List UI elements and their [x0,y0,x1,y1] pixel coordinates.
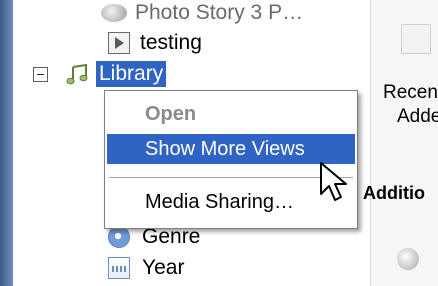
calendar-icon [108,257,130,279]
tree-item-testing-label: testing [140,31,202,54]
tree-item-year-label: Year [142,256,185,279]
genre-icon [108,226,130,248]
mouse-pointer-icon [320,162,347,201]
tree-item-library-label: Library [96,61,167,87]
additional-heading: Additio [363,183,425,203]
menu-item-show-more-views-label: Show More Views [145,137,305,160]
tree-item-photo-story-label: Photo Story 3 P… [135,1,304,24]
details-pane: Recen Adde Additio [363,0,438,286]
recently-added-line-2: Adde [397,106,438,127]
left-window-border [0,0,13,286]
photo-story-icon [101,4,127,22]
playlist-icon [108,32,130,54]
tree-item-library[interactable]: Library [33,61,167,87]
menu-item-media-sharing-label: Media Sharing… [145,190,294,213]
menu-separator [109,177,353,178]
tree-item-testing[interactable]: testing [108,30,202,56]
disc-icon [397,248,419,270]
recently-added-line-1: Recen [383,82,438,103]
recently-added-icon [401,24,431,54]
menu-item-open-label: Open [145,102,197,125]
collapse-icon[interactable] [33,66,48,82]
window: Photo Story 3 P… testing Library Genre Y… [0,0,438,286]
menu-item-open[interactable]: Open [107,99,355,129]
music-note-icon [66,63,88,85]
tree-item-year[interactable]: Year [108,255,184,281]
tree-item-photo-story[interactable]: Photo Story 3 P… [101,0,303,26]
